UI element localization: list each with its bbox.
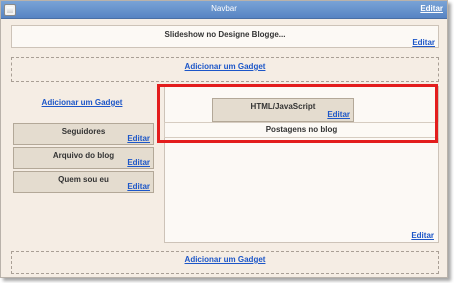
widget-edit-link[interactable]: Editar (127, 134, 150, 143)
header-gadget-title: Slideshow no Designe Blogge... (164, 30, 286, 39)
add-gadget-link-bottom[interactable]: Adicionar um Gadget (12, 255, 438, 264)
widget-edit-link[interactable]: Editar (327, 110, 350, 119)
add-gadget-area-top: Adicionar um Gadget (11, 57, 439, 82)
blog-posts-widget: Postagens no blog (164, 122, 439, 138)
widget-edit-link[interactable]: Editar (127, 158, 150, 167)
blog-posts-title: Postagens no blog (265, 125, 338, 134)
navbar-title: Navbar (211, 4, 237, 13)
widget-quem-sou-eu: Quem sou eu Editar (13, 171, 154, 193)
html-javascript-widget: HTML/JavaScript Editar (212, 98, 354, 122)
add-gadget-area-bottom: Adicionar um Gadget (11, 251, 439, 274)
header-gadget: Slideshow no Designe Blogge... Editar (11, 25, 439, 48)
widget-arquivo: Arquivo do blog Editar (13, 147, 154, 169)
navbar: Navbar Editar (1, 1, 447, 19)
layout-editor: Navbar Editar Slideshow no Designe Blogg… (0, 0, 448, 278)
main-edit-link[interactable]: Editar (411, 231, 434, 240)
header-edit-link[interactable]: Editar (412, 38, 435, 47)
widget-seguidores: Seguidores Editar (13, 123, 154, 145)
widget-edit-link[interactable]: Editar (127, 182, 150, 191)
add-gadget-link-top[interactable]: Adicionar um Gadget (12, 62, 438, 71)
navbar-edit-link[interactable]: Editar (420, 4, 443, 13)
add-gadget-link-sidebar[interactable]: Adicionar um Gadget (11, 98, 153, 107)
